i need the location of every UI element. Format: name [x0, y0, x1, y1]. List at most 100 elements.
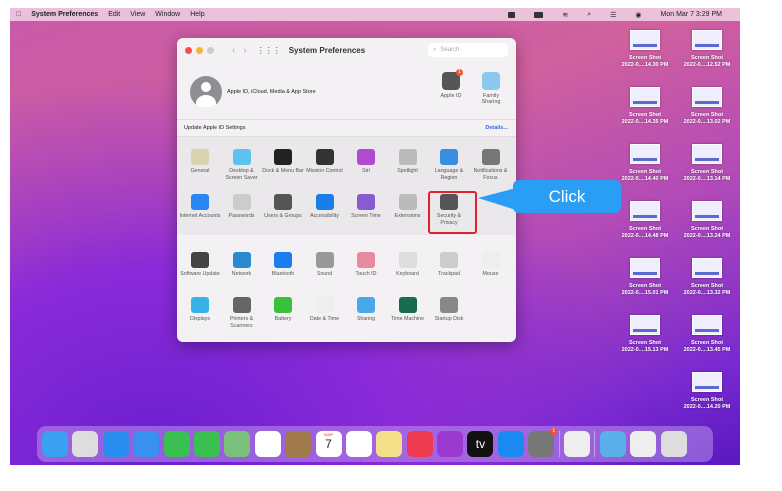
file-thumbnail	[630, 87, 660, 107]
desktop-file[interactable]: Screen Shot 2022-0....14.20 PM	[676, 372, 738, 411]
dock-calendar-icon[interactable]: 7 MAR	[315, 431, 342, 457]
menu-window[interactable]: Window	[155, 11, 180, 18]
pref-sound[interactable]: Sound	[304, 252, 346, 278]
desktop-file[interactable]: Screen Shot 2022-0....12.52 PM	[676, 30, 738, 69]
apple-id-button[interactable]: 1 Apple ID	[431, 69, 471, 99]
dock-photos-icon[interactable]	[254, 431, 281, 457]
dock-maps-icon[interactable]	[224, 431, 251, 457]
pref-desktop-screen-saver[interactable]: Desktop & Screen Saver	[221, 149, 263, 181]
update-label: Update Apple ID Settings	[184, 125, 246, 131]
pref-siri[interactable]: Siri	[345, 149, 387, 175]
dock-podcasts-icon[interactable]	[437, 431, 464, 457]
dock-document-icon[interactable]	[630, 431, 657, 457]
pref-trackpad[interactable]: Trackpad	[428, 252, 470, 278]
family-sharing-button[interactable]: Family Sharing	[473, 72, 509, 105]
dock: 7 MAR tv 1	[37, 426, 713, 462]
pref-startup-disk[interactable]: Startup Disk	[428, 297, 470, 323]
spotlight-icon[interactable]: ⌕	[587, 11, 591, 19]
pref-internet-accounts[interactable]: Internet Accounts	[179, 194, 221, 220]
dock-music-icon[interactable]	[406, 431, 433, 457]
pref-spotlight[interactable]: Spotlight	[387, 149, 429, 175]
desktop-file[interactable]: Screen Shot 2022-0....15.01 PM	[614, 258, 676, 297]
desktop-file[interactable]: Screen Shot 2022-0....14.48 PM	[614, 201, 676, 240]
dock-finder-icon[interactable]	[42, 431, 68, 457]
pref-printers-scanners[interactable]: Printers & Scanners	[221, 297, 263, 329]
show-all-grid-icon[interactable]: ⋮⋮⋮	[257, 46, 281, 55]
pref-language-region[interactable]: Language & Region	[428, 149, 470, 181]
desktop-file[interactable]: Screen Shot 2022-0....13.14 PM	[676, 144, 738, 183]
desktop-file[interactable]: Screen Shot 2022-0....14.30 PM	[614, 30, 676, 69]
pref-extensions[interactable]: Extensions	[387, 194, 429, 220]
dock-trash-icon[interactable]	[660, 431, 687, 457]
window-title: System Preferences	[288, 45, 366, 55]
close-button[interactable]	[185, 46, 192, 54]
pref-screen-time[interactable]: Screen Time	[345, 194, 387, 220]
dock-facetime-icon[interactable]	[163, 431, 190, 457]
pref-label: Sharing	[356, 316, 376, 322]
pref-date-time[interactable]: Date & Time	[304, 297, 346, 323]
desktop-file[interactable]: Screen Shot 2022-0....13.45 PM	[676, 315, 738, 354]
dock-downloads-folder-icon[interactable]	[599, 431, 626, 457]
pref-dock-menu-bar[interactable]: Dock & Menu Bar	[262, 149, 304, 175]
desktop-file[interactable]: Screen Shot 2022-0....14.35 PM	[614, 87, 676, 126]
pref-displays[interactable]: Displays	[179, 297, 221, 323]
file-date: 2022-0....14.30 PM	[621, 62, 669, 68]
control-center-icon[interactable]: ☰	[610, 11, 616, 19]
desktop-file[interactable]: Screen Shot 2022-0....13.32 PM	[676, 258, 738, 297]
wifi-icon[interactable]: ≋	[562, 11, 568, 19]
menu-app-name[interactable]: System Preferences	[31, 11, 98, 18]
dock-reminders-icon[interactable]	[345, 431, 372, 457]
apple-menu-icon[interactable]: 	[16, 11, 21, 18]
users-groups-icon	[274, 194, 292, 210]
desktop-file[interactable]: Screen Shot 2022-0....15.13 PM	[614, 315, 676, 354]
file-date: 2022-0....13.02 PM	[683, 119, 731, 125]
pref-bluetooth[interactable]: Bluetooth	[262, 252, 304, 278]
desktop-file[interactable]: Screen Shot 2022-0....14.40 PM	[614, 144, 676, 183]
desktop-file[interactable]: Screen Shot 2022-0....13.24 PM	[676, 201, 738, 240]
details-link[interactable]: Details...	[485, 125, 508, 131]
pref-sharing[interactable]: Sharing	[345, 297, 387, 323]
search-input[interactable]: ⌕ Search	[428, 43, 508, 57]
dock-tv-icon[interactable]: tv	[467, 431, 494, 457]
dock-messages-icon[interactable]	[193, 431, 220, 457]
back-icon[interactable]: ‹	[232, 45, 235, 56]
dock-system-preferences-icon[interactable]: 1	[528, 428, 558, 457]
pref-touch-id[interactable]: Touch ID	[345, 252, 387, 278]
siri-icon[interactable]: ◉	[635, 11, 641, 19]
file-thumbnail	[630, 258, 660, 278]
dock-preview-icon[interactable]	[564, 431, 591, 457]
pref-users-groups[interactable]: Users & Groups	[262, 194, 304, 220]
pref-keyboard[interactable]: Keyboard	[387, 252, 429, 278]
input-source-icon[interactable]	[508, 11, 516, 18]
menu-view[interactable]: View	[130, 11, 145, 18]
dock-safari-icon[interactable]	[102, 431, 129, 457]
battery-icon[interactable]	[534, 11, 544, 18]
pref-network[interactable]: Network	[221, 252, 263, 278]
dock-mail-icon[interactable]	[133, 431, 160, 457]
pref-software-update[interactable]: Software Update	[179, 252, 221, 278]
dock-contacts-icon[interactable]	[285, 431, 312, 457]
zoom-button[interactable]	[207, 46, 214, 54]
menu-clock[interactable]: Mon Mar 7 3:29 PM	[661, 11, 722, 18]
dock-menu-bar-icon	[274, 149, 292, 165]
avatar[interactable]	[190, 76, 222, 108]
forward-icon[interactable]: ›	[243, 45, 246, 56]
sharing-icon	[357, 297, 375, 313]
desktop-file[interactable]: Screen Shot 2022-0....13.02 PM	[676, 87, 738, 126]
minimize-button[interactable]	[196, 46, 203, 54]
file-thumbnail	[630, 201, 660, 221]
file-date: 2022-0....12.52 PM	[683, 62, 731, 68]
dock-notes-icon[interactable]	[376, 431, 403, 457]
menu-edit[interactable]: Edit	[108, 11, 120, 18]
menu-help[interactable]: Help	[190, 11, 204, 18]
dock-launchpad-icon[interactable]	[72, 431, 99, 457]
pref-passwords[interactable]: Passwords	[221, 194, 263, 220]
pref-notifications-focus[interactable]: Notifications & Focus	[470, 149, 512, 181]
pref-battery[interactable]: Battery	[262, 297, 304, 323]
pref-mouse[interactable]: Mouse	[470, 252, 512, 278]
pref-time-machine[interactable]: Time Machine	[387, 297, 429, 323]
dock-app-store-icon[interactable]	[497, 431, 524, 457]
pref-mission-control[interactable]: Mission Control	[304, 149, 346, 175]
pref-general[interactable]: General	[179, 149, 221, 175]
pref-accessibility[interactable]: Accessibility	[304, 194, 346, 220]
